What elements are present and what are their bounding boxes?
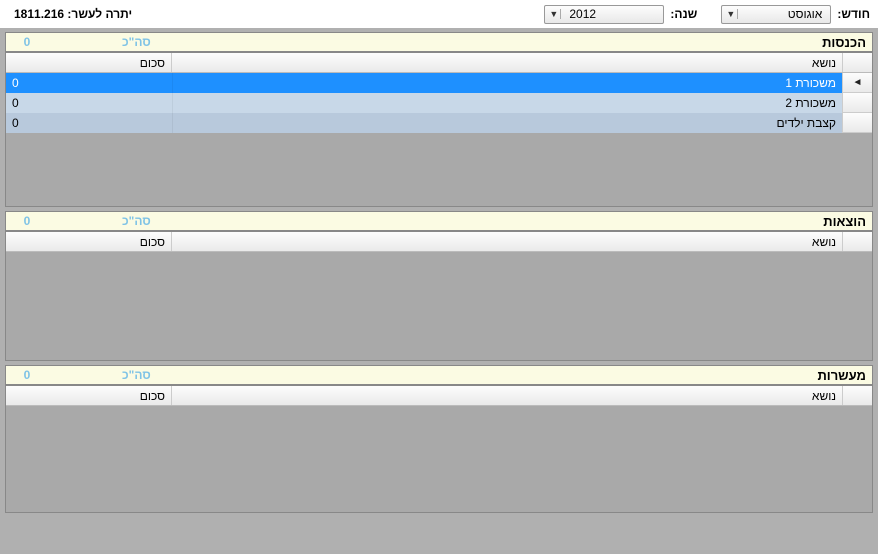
row-indicator-icon xyxy=(842,93,872,113)
year-value: 2012 xyxy=(563,7,659,21)
top-toolbar: חודש: אוגוסט ▼ שנה: 2012 ▼ יתרה לעשר: 18… xyxy=(0,0,878,28)
year-select[interactable]: 2012 ▼ xyxy=(544,5,664,24)
month-select[interactable]: אוגוסט ▼ xyxy=(721,5,831,24)
income-grid-body: משכורת 1 0 משכורת 2 0 קצבת ילדים 0 xyxy=(6,73,872,133)
income-grid: נושא סכום משכורת 1 0 משכורת 2 0 קצבת ילד… xyxy=(5,52,873,207)
expenses-total-label: סה"כ xyxy=(122,214,151,228)
tithe-title: מעשרות xyxy=(817,368,866,383)
month-value: אוגוסט xyxy=(740,7,826,21)
income-total-value: 0 xyxy=(12,35,42,49)
income-grid-header: נושא סכום xyxy=(6,53,872,73)
income-panel: הכנסות סה"כ 0 נושא סכום משכורת 1 0 משכור… xyxy=(5,32,873,207)
tithe-total-value: 0 xyxy=(12,368,42,382)
cell-subject[interactable]: משכורת 1 xyxy=(172,73,842,93)
row-selector-header xyxy=(842,386,872,405)
dropdown-arrow-icon: ▼ xyxy=(724,9,738,19)
cell-subject[interactable]: משכורת 2 xyxy=(172,93,842,113)
tithe-grid-header: נושא סכום xyxy=(6,386,872,406)
expenses-header: הוצאות סה"כ 0 xyxy=(5,211,873,231)
expenses-grid-header: נושא סכום xyxy=(6,232,872,252)
table-row[interactable]: קצבת ילדים 0 xyxy=(6,113,872,133)
tithe-panel: מעשרות סה"כ 0 נושא סכום xyxy=(5,365,873,513)
col-header-subject[interactable]: נושא xyxy=(171,386,842,405)
month-label: חודש: xyxy=(837,7,870,21)
income-total-label: סה"כ xyxy=(122,35,151,49)
expenses-title: הוצאות xyxy=(823,214,866,229)
row-selector-header xyxy=(842,232,872,251)
expenses-total-value: 0 xyxy=(12,214,42,228)
tithe-header: מעשרות סה"כ 0 xyxy=(5,365,873,385)
cell-amount[interactable]: 0 xyxy=(6,73,172,93)
col-header-amount[interactable]: סכום xyxy=(6,53,171,72)
cell-subject[interactable]: קצבת ילדים xyxy=(172,113,842,133)
balance-label: יתרה לעשר: xyxy=(67,7,132,21)
row-selector-header xyxy=(842,53,872,72)
income-header: הכנסות סה"כ 0 xyxy=(5,32,873,52)
row-indicator-icon xyxy=(842,73,872,93)
dropdown-arrow-icon: ▼ xyxy=(547,9,561,19)
expenses-grid: נושא סכום xyxy=(5,231,873,361)
tithe-grid: נושא סכום xyxy=(5,385,873,513)
col-header-subject[interactable]: נושא xyxy=(171,53,842,72)
table-row[interactable]: משכורת 1 0 xyxy=(6,73,872,93)
expenses-panel: הוצאות סה"כ 0 נושא סכום xyxy=(5,211,873,361)
balance-value: 1811.216 xyxy=(14,7,64,21)
col-header-amount[interactable]: סכום xyxy=(6,386,171,405)
table-row[interactable]: משכורת 2 0 xyxy=(6,93,872,113)
cell-amount[interactable]: 0 xyxy=(6,93,172,113)
tithe-total-label: סה"כ xyxy=(122,368,151,382)
year-label: שנה: xyxy=(670,7,697,21)
col-header-amount[interactable]: סכום xyxy=(6,232,171,251)
cell-amount[interactable]: 0 xyxy=(6,113,172,133)
income-title: הכנסות xyxy=(822,35,866,50)
balance-display: יתרה לעשר: 1811.216 xyxy=(8,7,132,21)
col-header-subject[interactable]: נושא xyxy=(171,232,842,251)
row-indicator-icon xyxy=(842,113,872,133)
